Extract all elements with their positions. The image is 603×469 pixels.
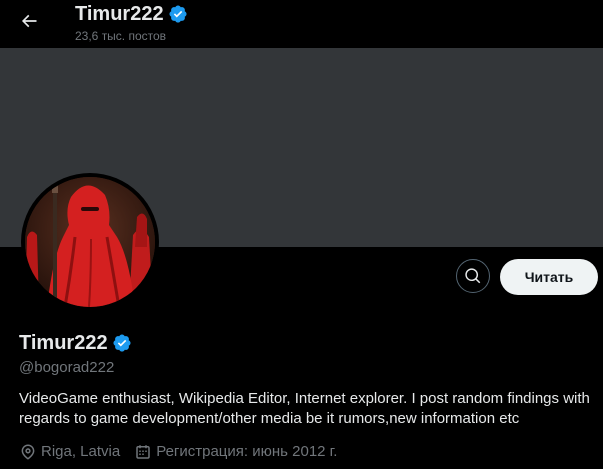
join-date-text: Регистрация: июнь 2012 г. (156, 443, 338, 460)
posts-count: 23,6 тыс. постов (75, 29, 167, 43)
search-icon (465, 268, 481, 284)
profile-meta: Riga, Latvia Регистрация: июнь 2012 г. (19, 442, 351, 462)
back-button[interactable] (14, 6, 44, 36)
header-title: Timur222 (75, 2, 188, 26)
profile-name: Timur222 (19, 331, 132, 355)
search-posts-button[interactable] (456, 259, 490, 293)
location-pin-icon (21, 444, 35, 460)
profile-page: Timur222 23,6 тыс. постов Читать Timur22… (0, 0, 603, 469)
verified-badge-icon (169, 5, 187, 23)
header-display-name: Timur222 (75, 3, 164, 25)
verified-badge-icon[interactable] (112, 333, 132, 353)
calendar-icon (136, 445, 150, 459)
join-date: Регистрация: июнь 2012 г. (134, 442, 337, 462)
location-text: Riga, Latvia (41, 443, 121, 460)
top-bar: Timur222 23,6 тыс. постов (0, 0, 603, 48)
user-handle: @bogorad222 (19, 359, 115, 376)
arrow-left-icon (21, 14, 37, 28)
display-name: Timur222 (19, 332, 108, 354)
avatar[interactable] (21, 173, 159, 311)
follow-button[interactable]: Читать (500, 259, 598, 295)
profile-bio: VideoGame enthusiast, Wikipedia Editor, … (19, 390, 590, 427)
avatar-image (25, 177, 155, 307)
location: Riga, Latvia (19, 442, 120, 462)
